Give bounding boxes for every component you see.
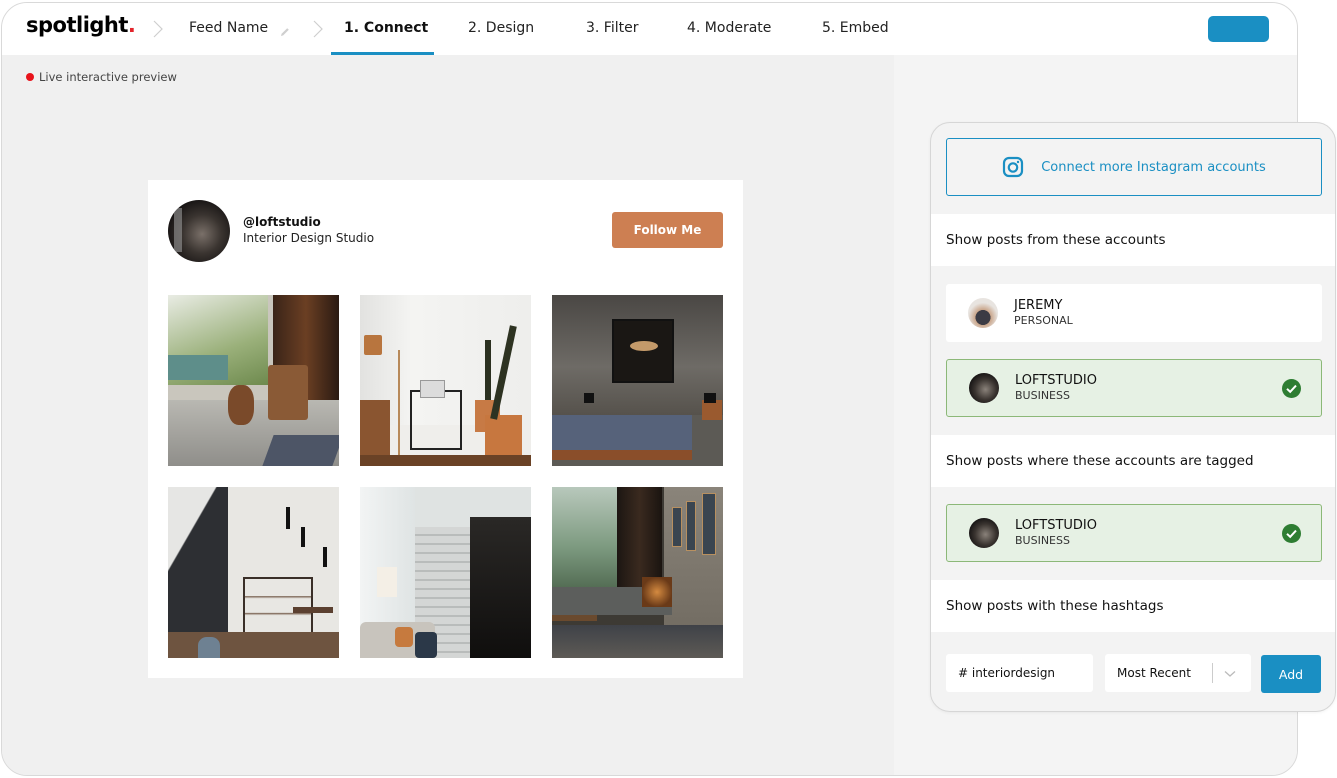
- account-name: JEREMY: [1014, 298, 1063, 313]
- tab-embed[interactable]: 5. Embed: [822, 20, 889, 36]
- account-avatar: [968, 298, 998, 328]
- feed-photo[interactable]: [360, 295, 531, 466]
- section-heading-tagged: Show posts where these accounts are tagg…: [931, 435, 1335, 487]
- live-preview-label: Live interactive preview: [26, 70, 177, 84]
- feed-photo[interactable]: [552, 487, 723, 658]
- select-separator: [1212, 663, 1213, 683]
- top-navigation-bar: spotlight. Feed Name 1. Connect 2. Desig…: [2, 3, 1297, 55]
- save-button[interactable]: [1208, 16, 1269, 42]
- add-hashtag-button[interactable]: Add: [1261, 655, 1321, 693]
- follow-button[interactable]: Follow Me: [612, 212, 723, 248]
- instagram-icon: [1002, 156, 1024, 178]
- profile-bio: Interior Design Studio: [243, 231, 375, 245]
- profile-handle[interactable]: @loftstudio: [243, 215, 321, 229]
- chevron-right-icon: [152, 19, 164, 39]
- profile-avatar[interactable]: [168, 200, 230, 262]
- hashtag-input[interactable]: [946, 654, 1093, 692]
- connect-instagram-button[interactable]: Connect more Instagram accounts: [946, 138, 1322, 196]
- sort-order-select[interactable]: Most Recent: [1105, 654, 1251, 692]
- tagged-account-row-loftstudio[interactable]: LOFTSTUDIO BUSINESS: [946, 504, 1322, 562]
- chevron-down-icon[interactable]: [1224, 668, 1236, 678]
- account-type: BUSINESS: [1015, 389, 1070, 402]
- feed-photo[interactable]: [360, 487, 531, 658]
- check-circle-icon: [1282, 524, 1301, 543]
- live-preview-text: Live interactive preview: [39, 70, 177, 84]
- live-dot-icon: [26, 73, 34, 81]
- account-name: LOFTSTUDIO: [1015, 518, 1097, 533]
- feed-photo[interactable]: [168, 295, 339, 466]
- account-avatar: [969, 373, 999, 403]
- account-type: PERSONAL: [1014, 314, 1073, 327]
- sources-panel: Connect more Instagram accounts Show pos…: [930, 122, 1336, 712]
- feed-photo[interactable]: [168, 487, 339, 658]
- feed-preview-card: @loftstudio Interior Design Studio Follo…: [148, 180, 743, 678]
- spotlight-logo[interactable]: spotlight.: [26, 13, 136, 37]
- tab-filter[interactable]: 3. Filter: [586, 20, 638, 36]
- tab-moderate[interactable]: 4. Moderate: [687, 20, 771, 36]
- chevron-right-icon: [312, 19, 324, 39]
- account-row-loftstudio[interactable]: LOFTSTUDIO BUSINESS: [946, 359, 1322, 417]
- account-name: LOFTSTUDIO: [1015, 373, 1097, 388]
- logo-text: spotlight: [26, 13, 128, 37]
- check-circle-icon: [1282, 379, 1301, 398]
- sort-order-value: Most Recent: [1117, 666, 1191, 680]
- pencil-icon[interactable]: [279, 23, 291, 36]
- account-row-jeremy[interactable]: JEREMY PERSONAL: [946, 284, 1322, 342]
- connect-instagram-label: Connect more Instagram accounts: [1041, 159, 1266, 175]
- account-type: BUSINESS: [1015, 534, 1070, 547]
- section-heading-hashtags: Show posts with these hashtags: [931, 580, 1335, 632]
- section-heading-accounts: Show posts from these accounts: [931, 214, 1335, 266]
- tab-connect[interactable]: 1. Connect: [344, 20, 428, 36]
- feed-photo[interactable]: [552, 295, 723, 466]
- account-avatar: [969, 518, 999, 548]
- feed-name[interactable]: Feed Name: [189, 20, 268, 36]
- logo-dot: .: [127, 13, 136, 37]
- tab-design[interactable]: 2. Design: [468, 20, 534, 36]
